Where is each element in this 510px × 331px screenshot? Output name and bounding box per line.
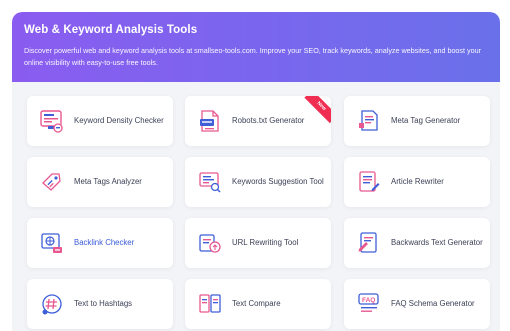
keyword-density-icon — [39, 108, 65, 134]
tool-label: Backlink Checker — [74, 238, 135, 247]
meta-tags-analyzer-icon — [39, 169, 65, 195]
tool-card-text-to-hashtags[interactable]: Text to Hashtags — [27, 279, 173, 329]
svg-text:FAQ: FAQ — [362, 297, 375, 304]
tools-panel: Web & Keyword Analysis Tools Discover po… — [12, 12, 500, 331]
tool-card-robots-txt[interactable]: Robots.txt Generator New — [185, 96, 331, 146]
hashtag-icon — [39, 291, 65, 317]
tool-card-article-rewriter[interactable]: Article Rewriter — [344, 157, 490, 207]
tool-label: Robots.txt Generator — [232, 116, 305, 125]
tool-label: Backwards Text Generator — [391, 238, 483, 247]
section-description: Discover powerful web and keyword analys… — [24, 46, 482, 67]
tool-label: Meta Tags Analyzer — [74, 177, 142, 186]
tool-card-backwards-text[interactable]: Backwards Text Generator — [344, 218, 490, 268]
backlink-checker-icon — [39, 230, 65, 256]
tool-label: FAQ Schema Generator — [391, 299, 475, 308]
article-rewriter-icon — [356, 169, 382, 195]
tool-card-faq-schema[interactable]: FAQ FAQ Schema Generator — [344, 279, 490, 329]
faq-schema-icon: FAQ — [356, 291, 382, 317]
tool-label: URL Rewriting Tool — [232, 238, 299, 247]
backwards-text-icon — [356, 230, 382, 256]
section-header: Web & Keyword Analysis Tools Discover po… — [12, 12, 500, 82]
text-compare-icon — [197, 291, 223, 317]
tool-label: Meta Tag Generator — [391, 116, 461, 125]
tool-card-meta-tag-generator[interactable]: Meta Tag Generator — [344, 96, 490, 146]
tool-label: Keyword Density Checker — [74, 116, 164, 125]
tool-card-meta-tags-analyzer[interactable]: Meta Tags Analyzer — [27, 157, 173, 207]
tool-card-backlink-checker[interactable]: Backlink Checker — [27, 218, 173, 268]
tool-card-url-rewriting[interactable]: URL Rewriting Tool — [185, 218, 331, 268]
tool-label: Article Rewriter — [391, 177, 444, 186]
robots-txt-icon — [197, 108, 223, 134]
url-rewriting-icon — [197, 230, 223, 256]
tool-label: Text Compare — [232, 299, 281, 308]
tool-label: Keywords Suggestion Tool — [232, 177, 324, 186]
tool-card-keyword-density[interactable]: Keyword Density Checker — [27, 96, 173, 146]
keywords-suggestion-icon — [197, 169, 223, 195]
tool-card-keywords-suggestion[interactable]: Keywords Suggestion Tool — [185, 157, 331, 207]
meta-tag-icon — [356, 108, 382, 134]
tool-card-text-compare[interactable]: Text Compare — [185, 279, 331, 329]
tool-label: Text to Hashtags — [74, 299, 133, 308]
section-title: Web & Keyword Analysis Tools — [24, 24, 198, 36]
